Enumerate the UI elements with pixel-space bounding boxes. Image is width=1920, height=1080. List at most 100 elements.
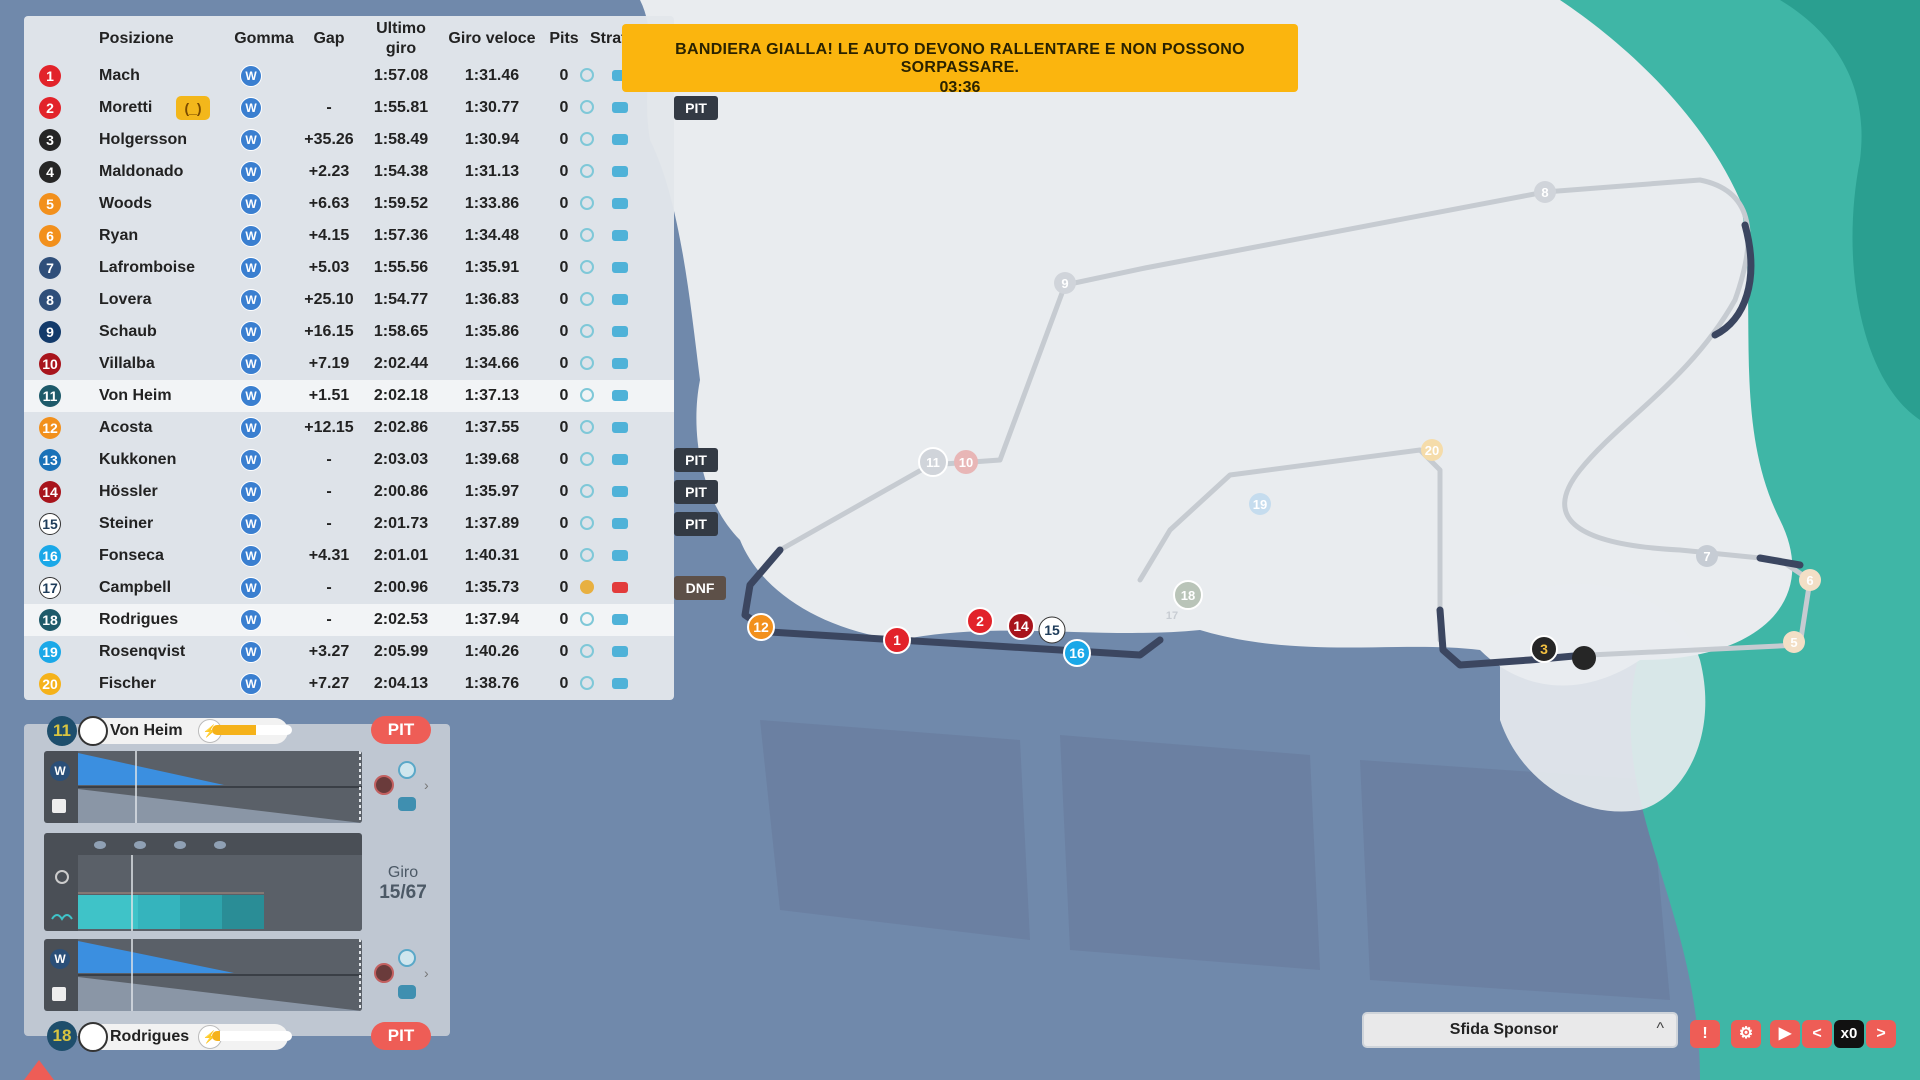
table-row[interactable]: 19 Rosenqvist W +3.27 2:05.99 1:40.26 0	[24, 636, 674, 668]
energy-bar-fill	[212, 1031, 220, 1041]
position-badge: 2	[39, 97, 61, 119]
driver-panel: W › Giro 15/67 W ›	[24, 724, 450, 1036]
last-lap-value: 1:59.52	[373, 195, 429, 212]
svg-text:19: 19	[1253, 497, 1267, 512]
engine-icon	[612, 582, 628, 593]
fastest-lap-value: 1:30.94	[464, 131, 520, 148]
last-lap-value: 1:54.38	[373, 163, 429, 180]
table-row[interactable]: 1 Mach W 1:57.08 1:31.46 0	[24, 60, 674, 92]
play-button[interactable]: ▶	[1770, 1020, 1800, 1048]
tyre-wet-icon: W	[240, 65, 262, 87]
table-row[interactable]: 7 Lafromboise W +5.03 1:55.56 1:35.91 0	[24, 252, 674, 284]
table-row[interactable]: 3 Holgersson W +35.26 1:58.49 1:30.94 0	[24, 124, 674, 156]
engine-icon[interactable]	[398, 985, 416, 999]
trophy-badge: (_)	[176, 96, 210, 120]
steering-wheel-icon	[580, 196, 594, 210]
tyre-wet-icon: W	[240, 289, 262, 311]
chevron-right-icon[interactable]: ›	[424, 965, 429, 981]
driver-name: Hössler	[99, 483, 158, 500]
last-lap-value: 2:05.99	[373, 643, 429, 660]
table-row[interactable]: 16 Fonseca W +4.31 2:01.01 1:40.31 0	[24, 540, 674, 572]
table-row[interactable]: 13 Kukkonen W - 2:03.03 1:39.68 0	[24, 444, 674, 476]
engine-icon	[612, 422, 628, 433]
position-badge: 18	[39, 609, 61, 631]
fastest-lap-value: 1:33.86	[464, 195, 520, 212]
pit-tag: PIT	[674, 480, 718, 504]
last-lap-value: 2:01.01	[373, 547, 429, 564]
table-row[interactable]: 8 Lovera W +25.10 1:54.77 1:36.83 0	[24, 284, 674, 316]
pits-value: 0	[559, 643, 569, 660]
avatar	[78, 1022, 108, 1052]
pits-value: 0	[559, 387, 569, 404]
table-row[interactable]: 6 Ryan W +4.15 1:57.36 1:34.48 0	[24, 220, 674, 252]
table-row[interactable]: 17 Campbell W - 2:00.96 1:35.73 0	[24, 572, 674, 604]
header-last-lap: Ultimo giro	[364, 19, 438, 59]
chevron-right-icon[interactable]: ›	[424, 777, 429, 793]
slower-button[interactable]: <	[1802, 1020, 1832, 1048]
faster-button[interactable]: >	[1866, 1020, 1896, 1048]
driver-name: Acosta	[99, 419, 153, 436]
svg-text:16: 16	[1069, 645, 1085, 661]
settings-button[interactable]: ⚙	[1731, 1020, 1761, 1048]
last-lap-value: 2:02.18	[373, 387, 429, 404]
steering-wheel-icon	[580, 228, 594, 242]
table-row[interactable]: 14 Hössler W - 2:00.86 1:35.97 0	[24, 476, 674, 508]
fastest-lap-value: 1:35.86	[464, 323, 520, 340]
steering-wheel-icon	[580, 388, 594, 402]
tyre-wet-icon: W	[240, 353, 262, 375]
table-row[interactable]: 15 Steiner W - 2:01.73 1:37.89 0	[24, 508, 674, 540]
stop-icon[interactable]	[374, 963, 394, 983]
steering-wheel-icon	[580, 68, 594, 82]
position-badge: 3	[39, 129, 61, 151]
stop-icon[interactable]	[374, 775, 394, 795]
steering-wheel-icon	[580, 260, 594, 274]
standings-table: Posizione Gomma Gap Ultimo giro Giro velo…	[24, 16, 674, 700]
driver-number: 18	[47, 1021, 77, 1051]
table-row[interactable]: 11 Von Heim W +1.51 2:02.18 1:37.13 0	[24, 380, 674, 412]
tyre-wet-icon: W	[240, 225, 262, 247]
dnf-tag: DNF	[674, 576, 726, 600]
pits-value: 0	[559, 611, 569, 628]
engine-icon	[612, 678, 628, 689]
pits-value: 0	[559, 675, 569, 692]
tyre-wet-icon: W	[240, 161, 262, 183]
gap-value: +2.23	[308, 163, 350, 180]
position-badge: 15	[39, 513, 61, 535]
fastest-lap-value: 1:30.77	[464, 99, 520, 116]
gap-value: -	[326, 611, 332, 628]
svg-text:9: 9	[1061, 276, 1068, 291]
position-badge: 12	[39, 417, 61, 439]
gap-value: +16.15	[304, 323, 354, 340]
steering-wheel-icon	[580, 644, 594, 658]
engine-icon[interactable]	[398, 797, 416, 811]
pits-value: 0	[559, 419, 569, 436]
table-row[interactable]: 9 Schaub W +16.15 1:58.65 1:35.86 0	[24, 316, 674, 348]
table-row[interactable]: 18 Rodrigues W - 2:02.53 1:37.94 0	[24, 604, 674, 636]
pit-button[interactable]: PIT	[371, 716, 431, 744]
tyre-wet-icon: W	[240, 545, 262, 567]
last-lap-value: 2:04.13	[373, 675, 429, 692]
svg-text:20: 20	[1425, 443, 1439, 458]
table-row[interactable]: 4 Maldonado W +2.23 1:54.38 1:31.13 0	[24, 156, 674, 188]
tyre-wet-icon: W	[240, 417, 262, 439]
pit-button[interactable]: PIT	[371, 1022, 431, 1050]
steering-wheel-icon[interactable]	[398, 949, 416, 967]
last-lap-value: 2:00.96	[373, 579, 429, 596]
banner-message: BANDIERA GIALLA! LE AUTO DEVONO RALLENTA…	[675, 41, 1245, 76]
steering-wheel-icon[interactable]	[398, 761, 416, 779]
driver-name: Lafromboise	[99, 259, 196, 276]
lap-label: Giro	[387, 864, 419, 881]
position-badge: 1	[39, 65, 61, 87]
table-row[interactable]: 12 Acosta W +12.15 2:02.86 1:37.55 0	[24, 412, 674, 444]
steering-wheel-icon	[580, 324, 594, 338]
fastest-lap-value: 1:31.13	[464, 163, 520, 180]
table-row[interactable]: 2 Moretti (_) W -1:55.81 1:30.77 0	[24, 92, 674, 124]
svg-text:17: 17	[1166, 610, 1178, 622]
table-row[interactable]: 5 Woods W +6.63 1:59.52 1:33.86 0	[24, 188, 674, 220]
engine-icon	[612, 358, 628, 369]
yellow-flag-banner: BANDIERA GIALLA! LE AUTO DEVONO RALLENTA…	[622, 24, 1298, 96]
info-button[interactable]: !	[1690, 1020, 1720, 1048]
sponsor-challenge-dropdown[interactable]: Sfida Sponsor ^	[1364, 1014, 1676, 1046]
table-row[interactable]: 20 Fischer W +7.27 2:04.13 1:38.76 0	[24, 668, 674, 700]
table-row[interactable]: 10 Villalba W +7.19 2:02.44 1:34.66 0	[24, 348, 674, 380]
